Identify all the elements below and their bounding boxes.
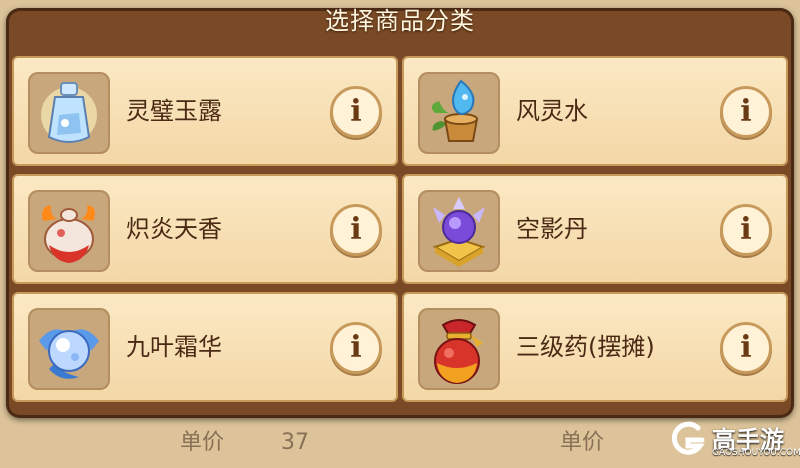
info-button[interactable]: i (330, 86, 382, 138)
bg-price-left: 单价 37 (180, 430, 310, 455)
nine-leaf-frost-icon (28, 308, 110, 390)
watermark-site: GAOSHOUYOU.COM (712, 448, 800, 458)
item-name: 空影丹 (516, 215, 588, 243)
item-name: 风灵水 (516, 97, 588, 125)
item-name: 九叶霜华 (126, 333, 222, 361)
item-name: 炽炎天香 (126, 215, 222, 243)
gaoshouyou-logo-icon (671, 421, 705, 455)
bg-price-right: 单价 (560, 430, 605, 455)
info-button[interactable]: i (720, 322, 772, 374)
category-item-kongying-dan[interactable]: 空影丹 i (402, 174, 788, 284)
wind-spirit-water-icon (418, 72, 500, 154)
info-button[interactable]: i (330, 322, 382, 374)
item-name: 三级药(摆摊) (516, 333, 655, 361)
blazing-incense-icon (28, 190, 110, 272)
category-item-jiuye-shuanghua[interactable]: 九叶霜华 i (12, 292, 398, 402)
info-button[interactable]: i (720, 86, 772, 138)
jade-dew-bottle-icon (28, 72, 110, 154)
void-shadow-pill-icon (418, 190, 500, 272)
item-name: 灵璧玉露 (126, 97, 222, 125)
category-item-fengling-shui[interactable]: 风灵水 i (402, 56, 788, 166)
category-item-sanji-yao[interactable]: 三级药(摆摊) i (402, 292, 788, 402)
gaoshouyou-watermark: 高手游 GAOSHOUYOU.COM (668, 418, 800, 462)
info-button[interactable]: i (330, 204, 382, 256)
dialog-title: 选择商品分类 (325, 7, 475, 35)
info-button[interactable]: i (720, 204, 772, 256)
category-item-lingbi-yulu[interactable]: 灵璧玉露 i (12, 56, 398, 166)
category-item-chiyan-tianxiang[interactable]: 炽炎天香 i (12, 174, 398, 284)
medicine-bag-icon (418, 308, 500, 390)
